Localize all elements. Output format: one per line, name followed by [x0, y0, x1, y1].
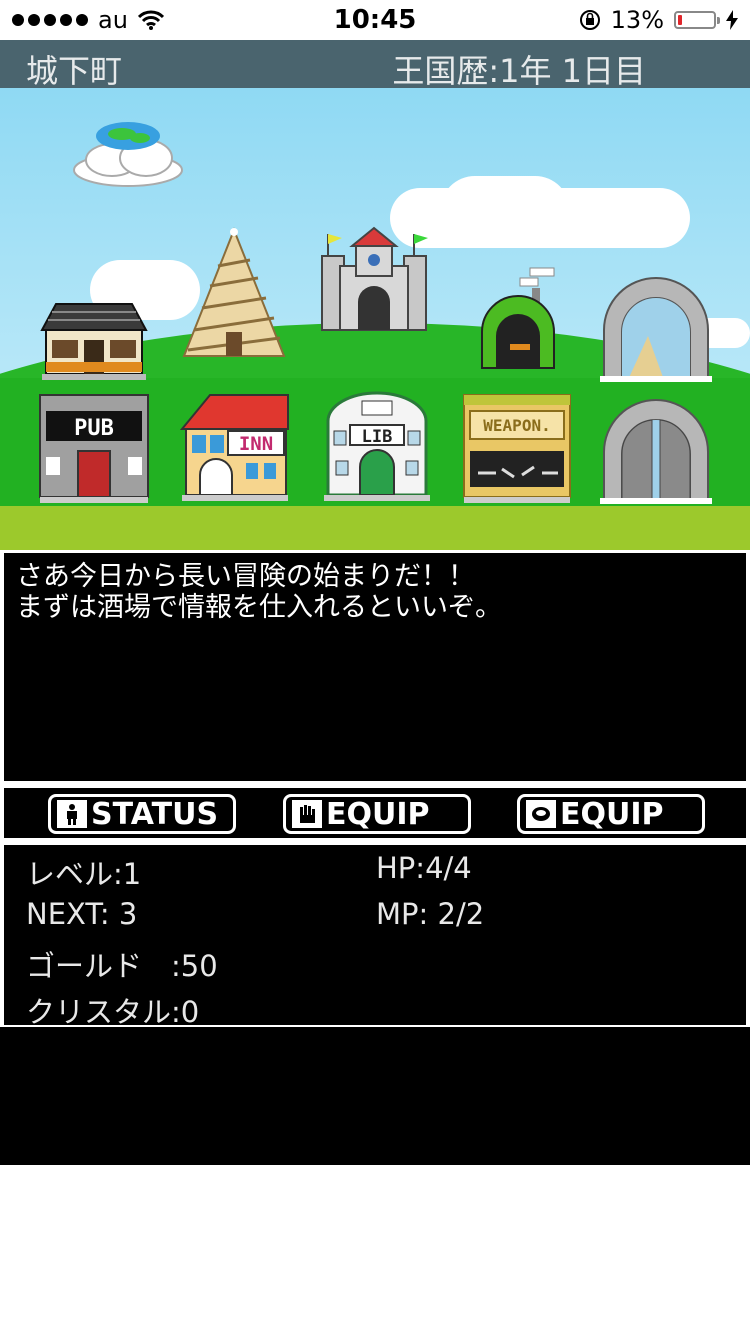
mp-stat: MP: 2/2: [376, 897, 485, 931]
inn-sign: INN: [239, 433, 273, 455]
inn-building[interactable]: INN: [180, 391, 290, 503]
person-icon: [57, 800, 87, 828]
weapon-equip-button-label: EQUIP: [326, 796, 430, 832]
battery-icon: [674, 11, 720, 29]
pub-building[interactable]: PUB: [38, 393, 150, 505]
location-title: 城下町: [26, 52, 123, 90]
message-line: まずは酒場で情報を仕入れるといいぞ。: [16, 592, 502, 623]
weapon-equip-button[interactable]: EQUIP: [283, 794, 471, 834]
tower-building[interactable]: [180, 226, 288, 360]
town-scene: PUB INN LIB WEAPON.: [0, 88, 750, 550]
menu-button-bar: STATUS EQUIP EQUIP: [2, 786, 748, 840]
status-button-label: STATUS: [91, 796, 219, 832]
town-gate-building[interactable]: [598, 398, 714, 504]
eye-icon: [526, 800, 556, 828]
pub-sign: PUB: [74, 416, 114, 441]
message-window: さあ今日から長い冒険の始まりだ！！ まずは酒場で情報を仕入れるといいぞ。: [2, 551, 748, 783]
status-bar: au 10:45 13%: [0, 0, 750, 40]
gold-stat: ゴールド :50: [26, 949, 218, 983]
level-stat: レベル:1: [26, 857, 142, 891]
weapon-sign: WEAPON.: [483, 416, 550, 435]
crystal-stat: クリスタル:0: [26, 995, 200, 1029]
weapon-shop-building[interactable]: WEAPON.: [462, 393, 572, 505]
castle-building[interactable]: [318, 226, 430, 334]
location-header: 城下町 王国歴:1年 1日目: [0, 40, 750, 90]
lib-sign: LIB: [362, 427, 393, 447]
library-building[interactable]: LIB: [322, 391, 432, 503]
floating-island[interactable]: [70, 118, 186, 190]
hand-icon: [292, 800, 322, 828]
charging-bolt-icon: [726, 10, 738, 30]
status-panel: レベル:1 HP:4/4 NEXT: 3 MP: 2/2 ゴールド :50 クリ…: [2, 843, 748, 1029]
battery-percent: 13%: [610, 6, 664, 34]
house-building[interactable]: [38, 298, 150, 382]
armor-equip-button[interactable]: EQUIP: [517, 794, 705, 834]
cloud: [440, 176, 570, 246]
orientation-lock-icon: [579, 10, 600, 30]
hp-stat: HP:4/4: [376, 851, 472, 885]
armor-equip-button-label: EQUIP: [560, 796, 664, 832]
ground-strip: [0, 506, 750, 550]
status-button[interactable]: STATUS: [48, 794, 236, 834]
next-exp-stat: NEXT: 3: [26, 897, 138, 931]
kingdom-date: 王国歴:1年 1日目: [392, 52, 646, 90]
bottom-panel: [0, 1027, 750, 1165]
cave-building[interactable]: [476, 266, 560, 370]
stone-gate-building[interactable]: [598, 276, 714, 382]
message-line: さあ今日から長い冒険の始まりだ！！: [16, 561, 475, 592]
battery-level: [678, 15, 682, 25]
